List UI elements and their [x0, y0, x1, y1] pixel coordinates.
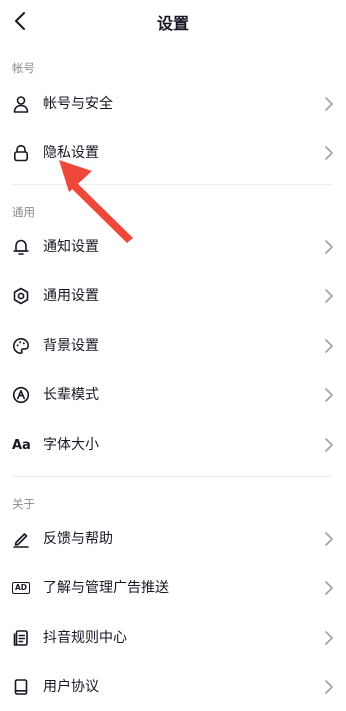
menu-item-notification[interactable]: 通知设置 [0, 223, 346, 271]
menu-item-user-agreement[interactable]: 用户协议 [0, 663, 346, 711]
elder-mode-icon [11, 385, 31, 405]
chevron-right-icon [325, 97, 333, 111]
section-title-general: 通用 [12, 205, 35, 219]
chevron-right-icon [325, 532, 333, 546]
chevron-right-icon [325, 289, 333, 303]
menu-item-account-security[interactable]: 帐号与安全 [0, 80, 346, 128]
bell-icon [11, 237, 31, 257]
menu-item-label: 字体大小 [43, 437, 99, 453]
font-size-icon: Aa [12, 437, 31, 453]
chevron-right-icon [325, 680, 333, 694]
ad-icon: AD [11, 578, 31, 598]
menu-item-rules-center[interactable]: 抖音规则中心 [0, 614, 346, 662]
menu-item-feedback[interactable]: 反馈与帮助 [0, 515, 346, 563]
book-icon [11, 677, 31, 697]
section-divider [12, 184, 332, 185]
section-title-account: 帐号 [12, 61, 35, 75]
page-title: 设置 [156, 14, 189, 33]
user-icon [11, 94, 31, 114]
menu-item-background[interactable]: 背景设置 [0, 322, 346, 370]
menu-item-label: 隐私设置 [43, 145, 99, 161]
header-bar: 设置 [0, 0, 346, 42]
feedback-pen-icon [11, 529, 31, 549]
menu-item-label: 通知设置 [43, 239, 99, 255]
gear-icon [11, 286, 31, 306]
menu-item-label: 用户协议 [43, 679, 99, 695]
menu-item-label: 通用设置 [43, 288, 99, 304]
rules-document-icon [11, 628, 31, 648]
menu-item-label: 帐号与安全 [43, 96, 113, 112]
menu-item-ad-management[interactable]: AD 了解与管理广告推送 [0, 564, 346, 612]
menu-item-label: 了解与管理广告推送 [43, 580, 169, 596]
lock-icon [11, 143, 31, 163]
chevron-right-icon [325, 631, 333, 645]
chevron-right-icon [325, 388, 333, 402]
palette-icon [11, 336, 31, 356]
chevron-right-icon [325, 146, 333, 160]
menu-item-label: 背景设置 [43, 338, 99, 354]
menu-item-label: 反馈与帮助 [43, 531, 113, 547]
section-divider [12, 476, 332, 477]
menu-item-label: 抖音规则中心 [43, 630, 127, 646]
chevron-right-icon [325, 581, 333, 595]
menu-item-label: 长辈模式 [43, 387, 99, 403]
menu-item-font-size[interactable]: Aa 字体大小 [0, 421, 346, 469]
menu-item-elder-mode[interactable]: 长辈模式 [0, 371, 346, 419]
chevron-right-icon [325, 438, 333, 452]
section-title-about: 关于 [12, 497, 35, 511]
menu-item-privacy[interactable]: 隐私设置 [0, 129, 346, 177]
chevron-right-icon [325, 339, 333, 353]
chevron-right-icon [325, 240, 333, 254]
menu-item-general-settings[interactable]: 通用设置 [0, 272, 346, 320]
